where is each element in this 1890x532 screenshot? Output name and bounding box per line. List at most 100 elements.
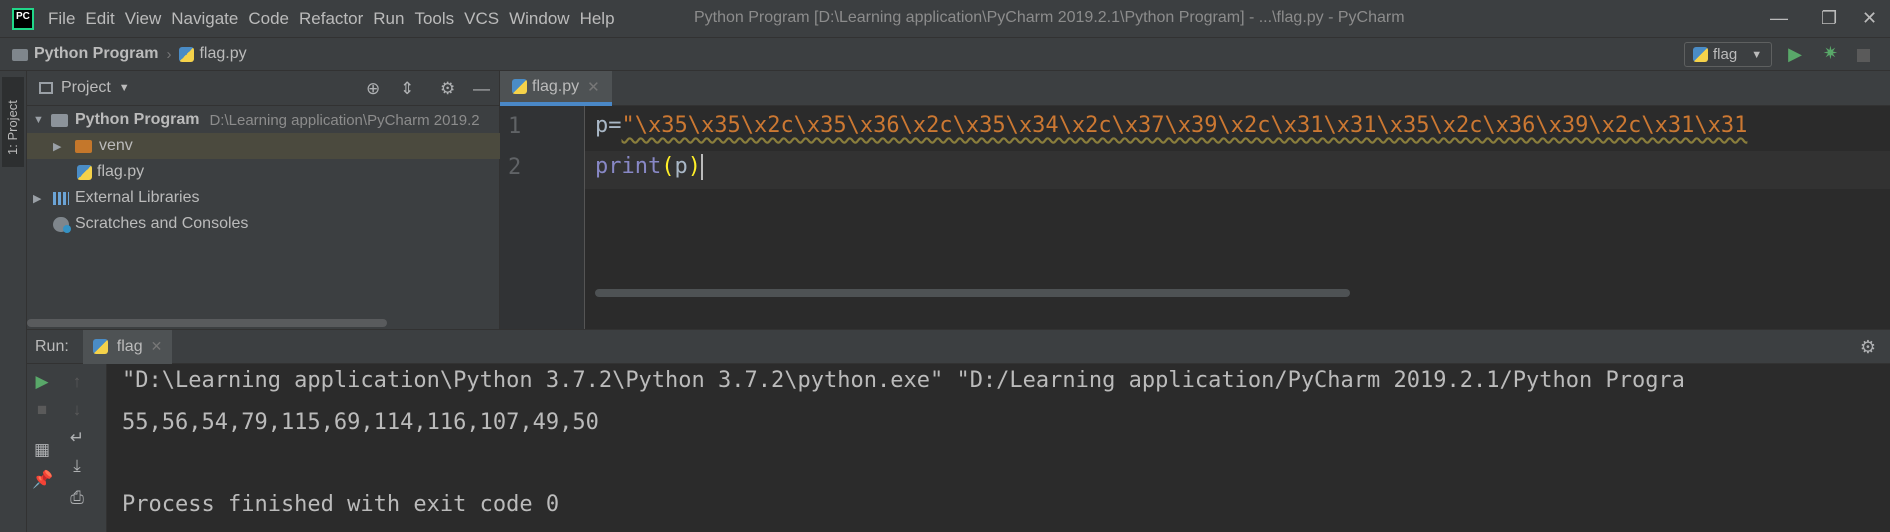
left-tool-stripe: 1: Project [0, 71, 27, 532]
collapse-all-icon[interactable]: ⇕ [400, 79, 414, 99]
window-title: Python Program [D:\Learning application\… [694, 9, 1405, 26]
close-tab-icon[interactable]: ✕ [151, 338, 163, 355]
print-icon[interactable]: ⎙ [67, 488, 87, 508]
tree-item-scratches[interactable]: Scratches and Consoles [27, 211, 500, 237]
code-argument: p [674, 154, 688, 179]
run-panel-header: Run: flag ✕ ⚙ [27, 329, 1890, 364]
code-variable: p= [595, 113, 622, 138]
menu-navigate[interactable]: Navigate [171, 9, 238, 29]
pin-icon[interactable]: 📌 [32, 470, 53, 490]
run-tab-flag[interactable]: flag ✕ [82, 329, 173, 364]
pycharm-logo-icon [12, 7, 34, 30]
run-config-label: flag [1713, 46, 1738, 63]
chevron-down-icon: ▼ [1751, 48, 1763, 61]
title-bar: File Edit View Navigate Code Refactor Ru… [0, 0, 1890, 37]
line-number: 2 [508, 155, 522, 180]
code-string: "\x35\x35\x2c\x35\x36\x2c\x35\x34\x2c\x3… [621, 113, 1748, 138]
horizontal-scrollbar[interactable] [27, 319, 387, 327]
soft-wrap-icon[interactable]: ↵ [67, 428, 87, 448]
menu-file[interactable]: File [48, 9, 75, 29]
scroll-to-end-icon[interactable]: ⤓ [67, 456, 87, 476]
console-line: "D:\Learning application\Python 3.7.2\Py… [122, 368, 1685, 393]
menu-vcs[interactable]: VCS [464, 9, 499, 29]
tree-item-label: venv [99, 137, 133, 154]
restore-icon[interactable]: ❐ [1821, 8, 1837, 29]
code-paren: ( [661, 154, 675, 179]
menu-edit[interactable]: Edit [85, 9, 114, 29]
python-icon [1693, 47, 1708, 62]
console-line: 55,56,54,79,115,69,114,116,107,49,50 [122, 410, 599, 435]
tree-item-venv[interactable]: ▶ venv [27, 133, 500, 159]
code-paren: ) [687, 154, 701, 179]
horizontal-scrollbar[interactable] [595, 289, 1350, 297]
tree-item-flag-py[interactable]: flag.py [27, 159, 500, 185]
code-line[interactable]: p="\x35\x35\x2c\x35\x36\x2c\x35\x34\x2c\… [595, 113, 1747, 138]
run-panel: Run: flag ✕ ⚙ ▶ ↑ ■ ↓ ↵ ▦ ⤓ 📌 ⎙ "D:\Lear… [27, 329, 1890, 532]
layout-icon[interactable]: ▦ [32, 440, 52, 460]
tree-item-label: External Libraries [75, 189, 200, 206]
console-output[interactable]: "D:\Learning application\Python 3.7.2\Py… [122, 364, 1890, 532]
scroll-up-icon[interactable]: ↑ [67, 372, 87, 392]
menu-help[interactable]: Help [580, 9, 615, 29]
console-line: Process finished with exit code 0 [122, 492, 560, 517]
editor-tab-flag-py[interactable]: flag.py ✕ [500, 71, 612, 106]
menu-window[interactable]: Window [509, 9, 569, 29]
tree-item-external-libraries[interactable]: ▶ External Libraries [27, 185, 500, 211]
menu-run[interactable]: Run [373, 9, 404, 29]
rerun-icon[interactable]: ▶ [32, 372, 52, 392]
minimize-icon[interactable]: — [1770, 8, 1788, 29]
library-icon [53, 191, 69, 205]
run-tab-label: flag [116, 337, 143, 355]
run-toolbar: ▶ ↑ ■ ↓ ↵ ▦ ⤓ 📌 ⎙ [27, 364, 107, 532]
locate-icon[interactable]: ⊕ [366, 79, 380, 99]
close-tab-icon[interactable]: ✕ [587, 78, 600, 96]
project-tool-tab[interactable]: 1: Project [2, 77, 24, 167]
scratches-icon [53, 216, 71, 233]
debug-icon[interactable]: ✷ [1823, 43, 1838, 64]
editor-tab-bar: flag.py ✕ [500, 71, 1890, 106]
scroll-down-icon[interactable]: ↓ [67, 400, 87, 420]
project-tool-label: 1: Project [5, 100, 20, 155]
run-config-select[interactable]: flag ▼ [1684, 42, 1772, 67]
python-file-icon [512, 79, 527, 94]
project-panel-title[interactable]: Project [61, 79, 111, 97]
line-number-gutter: 1 2 [500, 106, 585, 329]
python-file-icon [179, 46, 195, 62]
menu-view[interactable]: View [125, 9, 162, 29]
tree-item-label: Python Program [75, 111, 200, 128]
code-line[interactable]: print(p) [595, 154, 703, 180]
menu-tools[interactable]: Tools [414, 9, 454, 29]
tree-item-project-root[interactable]: ▼ Python Program D:\Learning application… [27, 107, 500, 133]
editor-tab-label: flag.py [532, 77, 580, 95]
tree-item-label: Scratches and Consoles [75, 215, 249, 232]
menu-refactor[interactable]: Refactor [299, 9, 363, 29]
breadcrumb-project[interactable]: Python Program [34, 45, 158, 63]
tree-item-label: flag.py [97, 163, 145, 180]
python-file-icon [77, 164, 92, 180]
navigation-bar: Python Program › flag.py flag ▼ ▶ ✷ [0, 37, 1890, 71]
stop-icon[interactable] [1857, 49, 1870, 62]
tree-item-path: D:\Learning application\PyCharm 2019.2 [209, 111, 480, 129]
chevron-down-icon[interactable]: ▼ [119, 82, 130, 94]
hide-icon[interactable]: — [473, 79, 490, 99]
run-icon[interactable]: ▶ [1788, 44, 1802, 65]
run-panel-label: Run: [35, 337, 69, 355]
expand-arrow-icon[interactable]: ▶ [33, 192, 47, 205]
gear-icon[interactable]: ⚙ [440, 79, 455, 99]
folder-icon [12, 49, 28, 61]
close-icon[interactable]: ✕ [1862, 8, 1877, 29]
expand-arrow-icon[interactable]: ▼ [33, 114, 47, 126]
line-number: 1 [508, 114, 522, 139]
text-caret [700, 154, 703, 180]
expand-arrow-icon[interactable]: ▶ [53, 140, 67, 153]
panel-icon [39, 82, 53, 94]
gear-icon[interactable]: ⚙ [1860, 337, 1876, 358]
menu-code[interactable]: Code [248, 9, 289, 29]
python-icon [92, 339, 108, 354]
folder-icon [51, 113, 68, 127]
project-panel: Project ▼ ⊕ ⇕ ⚙ — ▼ Python Program D:\Le… [27, 71, 500, 329]
code-editor: flag.py ✕ 1 2 p="\x35\x35\x2c\x35\x36\x2… [500, 71, 1890, 329]
code-builtin: print [595, 154, 662, 179]
breadcrumb-file[interactable]: flag.py [199, 45, 246, 63]
stop-icon[interactable]: ■ [32, 400, 52, 420]
